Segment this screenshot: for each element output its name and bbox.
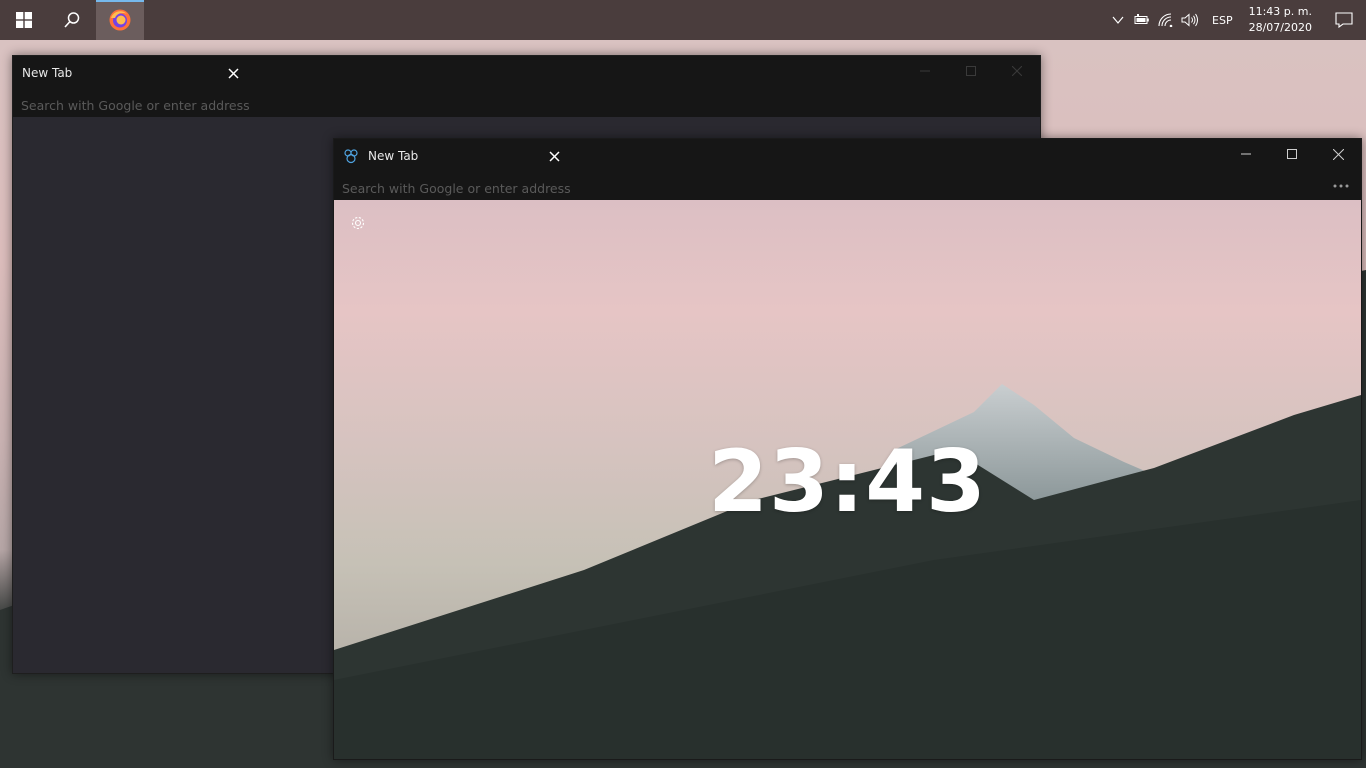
browser-logo-icon	[344, 149, 358, 164]
search-button[interactable]	[48, 0, 96, 40]
tab-close-button[interactable]	[226, 66, 240, 80]
close-icon	[1012, 66, 1022, 76]
address-input[interactable]	[340, 177, 1244, 199]
taskbar-firefox-button[interactable]	[96, 0, 144, 40]
title-bar: New Tab	[334, 139, 1361, 173]
taskbar: ESP 11:43 p. m. 28/07/2020	[0, 0, 1366, 40]
title-bar: New Tab	[13, 56, 1040, 90]
maximize-button[interactable]	[1269, 139, 1315, 169]
browser-window-foreground[interactable]: New Tab Search with Google or enter addr…	[333, 138, 1362, 760]
wifi-icon	[1158, 13, 1173, 27]
address-bar	[334, 173, 1361, 200]
taskbar-time: 11:43 p. m.	[1248, 5, 1312, 18]
notification-icon	[1335, 12, 1353, 28]
language-indicator[interactable]: ESP	[1202, 14, 1243, 27]
close-window-button[interactable]	[994, 56, 1040, 86]
window-controls	[902, 56, 1040, 86]
maximize-button[interactable]	[948, 56, 994, 86]
show-hidden-icons-button[interactable]	[1106, 0, 1130, 40]
settings-button[interactable]	[350, 215, 370, 235]
system-tray: ESP 11:43 p. m. 28/07/2020	[1106, 0, 1366, 40]
gear-icon	[351, 216, 365, 230]
tab-title: New Tab	[22, 66, 73, 80]
action-center-button[interactable]	[1322, 0, 1366, 40]
tab-favicon	[343, 148, 359, 164]
clock-display: 23:43	[708, 432, 987, 532]
battery-button[interactable]	[1130, 0, 1154, 40]
taskbar-clock[interactable]: 11:43 p. m. 28/07/2020	[1243, 4, 1322, 36]
address-bar	[13, 90, 1040, 117]
minimize-button[interactable]	[1223, 139, 1269, 169]
more-dots-icon	[1333, 184, 1349, 188]
address-input[interactable]	[19, 94, 923, 116]
search-icon	[64, 12, 80, 28]
minimize-icon	[1241, 153, 1251, 155]
close-window-button[interactable]	[1315, 139, 1361, 169]
speaker-icon	[1181, 13, 1199, 27]
tab-close-button[interactable]	[547, 149, 561, 163]
network-button[interactable]	[1154, 0, 1178, 40]
tab-new-tab[interactable]: New Tab	[334, 139, 569, 173]
volume-button[interactable]	[1178, 0, 1202, 40]
tab-title: New Tab	[368, 149, 419, 163]
chevron-up-icon	[1112, 16, 1124, 24]
tab-new-tab[interactable]: New Tab	[13, 56, 248, 90]
firefox-icon	[109, 9, 131, 31]
maximize-icon	[1287, 149, 1297, 159]
close-icon	[1332, 148, 1344, 160]
minimize-button[interactable]	[902, 56, 948, 86]
close-icon	[227, 67, 239, 79]
start-button[interactable]	[0, 0, 48, 40]
windows-logo-icon	[16, 12, 32, 28]
battery-icon	[1134, 14, 1149, 24]
taskbar-date: 28/07/2020	[1248, 21, 1312, 34]
more-options-button[interactable]	[1331, 178, 1351, 194]
window-controls	[1223, 139, 1361, 169]
minimize-icon	[920, 70, 930, 72]
maximize-icon	[966, 66, 976, 76]
close-icon	[548, 150, 560, 162]
new-tab-page: 23:43	[334, 200, 1361, 759]
